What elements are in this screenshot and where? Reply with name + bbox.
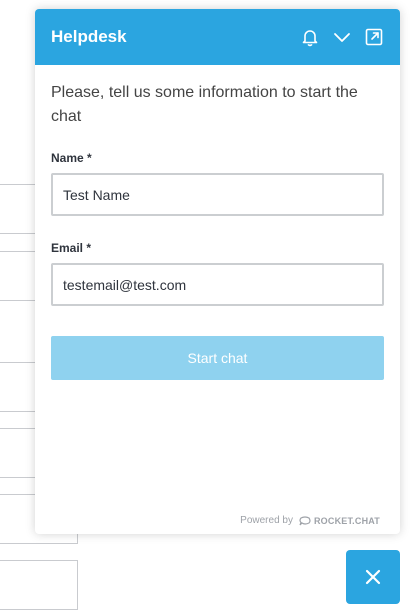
- rocketchat-logo[interactable]: ROCKET.CHAT: [299, 516, 380, 526]
- close-icon: [365, 569, 381, 585]
- email-input[interactable]: [51, 263, 384, 306]
- email-field-group: Email *: [51, 241, 384, 306]
- start-chat-button[interactable]: Start chat: [51, 336, 384, 380]
- powered-by-text: Powered by: [240, 515, 293, 526]
- name-label: Name *: [51, 151, 92, 165]
- chat-widget: Helpdesk Please, tell us some informatio…: [35, 9, 400, 534]
- background-box: [0, 560, 78, 610]
- bell-icon[interactable]: [300, 27, 320, 47]
- email-label: Email *: [51, 241, 92, 255]
- widget-title: Helpdesk: [51, 27, 127, 46]
- widget-header: Helpdesk: [35, 9, 400, 65]
- background-box: [0, 184, 38, 234]
- chevron-down-icon[interactable]: [332, 27, 352, 47]
- background-box: [0, 251, 38, 301]
- brand-name: ROCKET.CHAT: [313, 515, 380, 526]
- form-body: Please, tell us some information to star…: [35, 65, 400, 380]
- widget-footer: Powered by ROCKET.CHAT: [240, 515, 380, 526]
- name-input[interactable]: [51, 173, 384, 216]
- background-box: [0, 428, 38, 478]
- intro-text: Please, tell us some information to star…: [51, 84, 358, 125]
- close-widget-button[interactable]: [346, 550, 400, 604]
- rocketchat-logo-icon: [299, 515, 311, 525]
- background-box: [0, 362, 38, 412]
- header-actions: [300, 27, 384, 47]
- popout-icon[interactable]: [364, 27, 384, 47]
- name-field-group: Name *: [51, 151, 384, 216]
